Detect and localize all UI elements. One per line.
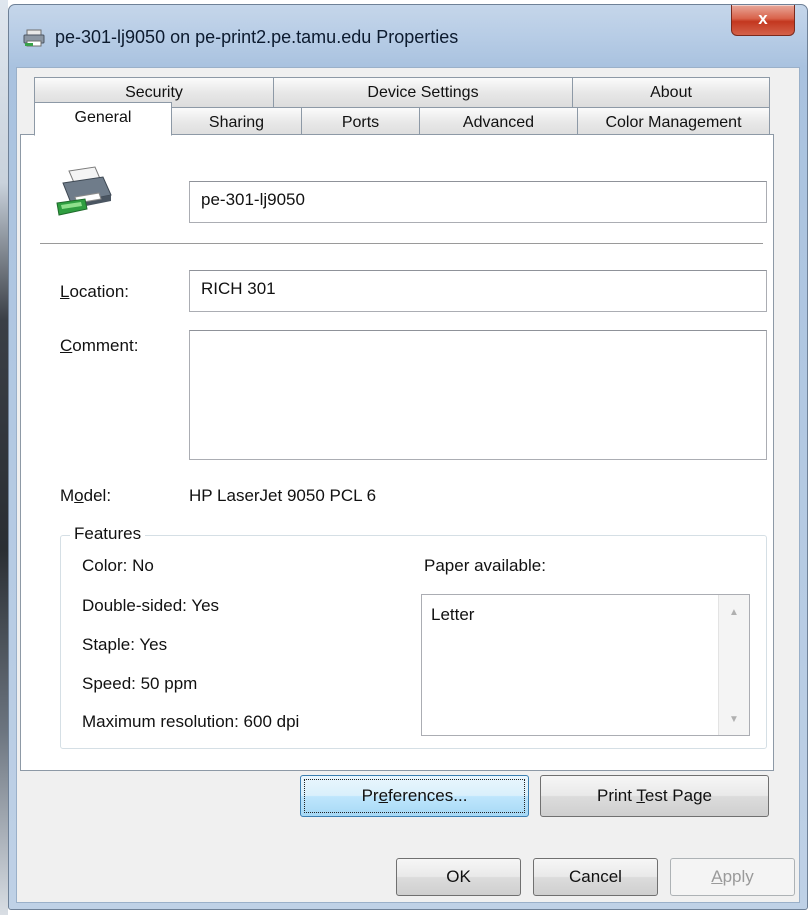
tab-ports[interactable]: Ports (301, 107, 420, 137)
scroll-down-arrow-icon[interactable]: ▼ (719, 714, 749, 725)
feature-max-resolution: Maximum resolution: 600 dpi (82, 712, 300, 731)
title-bar[interactable]: pe-301-lj9050 on pe-print2.pe.tamu.edu P… (9, 5, 807, 67)
ok-button[interactable]: OK (396, 858, 521, 896)
model-label-post: del: (83, 486, 112, 505)
comment-label-text: omment: (72, 336, 139, 355)
list-item[interactable]: Letter (431, 605, 474, 625)
comment-label-accesskey: C (60, 336, 73, 355)
tab-about[interactable]: About (572, 77, 770, 107)
listbox-scrollbar[interactable]: ▲ ▼ (718, 595, 749, 735)
scroll-up-arrow-icon[interactable]: ▲ (719, 607, 749, 618)
printer-name-field[interactable]: pe-301-lj9050 (189, 181, 767, 223)
preferences-button[interactable]: Preferences... (300, 775, 529, 817)
location-label: Location: (60, 282, 129, 302)
model-label-accesskey: o (74, 486, 84, 505)
location-label-text: ocation: (69, 282, 130, 301)
apply-button[interactable]: Apply (670, 858, 795, 896)
location-field[interactable]: RICH 301 (189, 270, 767, 312)
separator (40, 243, 763, 245)
tab-sharing[interactable]: Sharing (171, 107, 302, 137)
tab-device-settings[interactable]: Device Settings (273, 77, 573, 107)
close-button[interactable]: x (731, 5, 795, 36)
model-value: HP LaserJet 9050 PCL 6 (189, 486, 377, 505)
printer-icon (23, 29, 45, 47)
background-desktop-edge (0, 0, 8, 915)
apply-label-post: pply (722, 867, 754, 886)
feature-color: Color: No (82, 556, 154, 575)
tab-advanced[interactable]: Advanced (419, 107, 578, 137)
window-title: pe-301-lj9050 on pe-print2.pe.tamu.edu P… (55, 27, 459, 47)
print-test-page-button[interactable]: Print Test Page (540, 775, 769, 817)
feature-speed: Speed: 50 ppm (82, 674, 198, 693)
feature-staple: Staple: Yes (82, 635, 168, 654)
model-label: Model: (60, 486, 111, 506)
paper-available-label: Paper available: (424, 556, 546, 575)
tab-general[interactable]: General (34, 102, 172, 136)
focus-ring (304, 779, 525, 813)
print-test-label-post: est Page (644, 786, 712, 805)
features-group-label: Features (70, 524, 146, 544)
apply-label-accesskey: A (711, 867, 723, 886)
model-label-pre: M (60, 486, 75, 505)
printer-sharing-icon (56, 166, 112, 216)
feature-double-sided: Double-sided: Yes (82, 596, 220, 615)
print-test-label-accesskey: T (636, 786, 645, 805)
paper-available-listbox[interactable]: Letter ▲ ▼ (421, 594, 750, 736)
comment-field[interactable] (189, 330, 767, 460)
cancel-button[interactable]: Cancel (533, 858, 658, 896)
comment-label: Comment: (60, 336, 138, 356)
print-test-label-pre: Print (597, 786, 637, 805)
tab-color-management[interactable]: Color Management (577, 107, 770, 137)
